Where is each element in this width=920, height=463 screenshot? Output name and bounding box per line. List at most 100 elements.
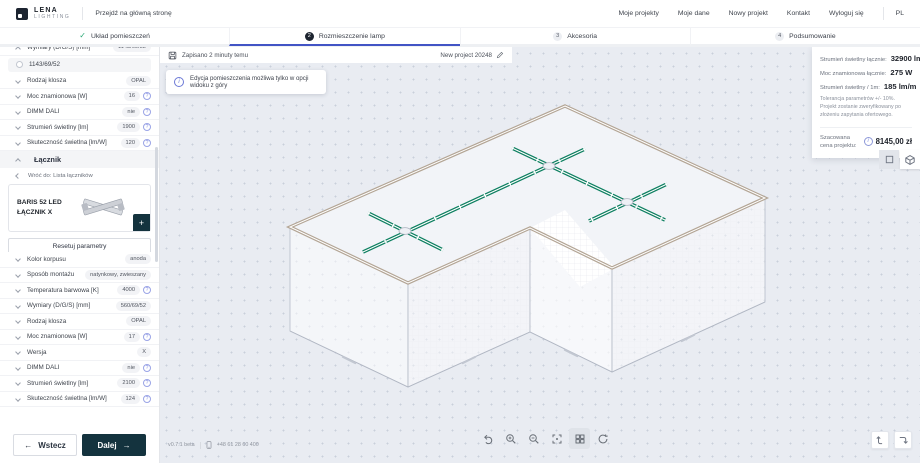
undo-button[interactable]	[477, 428, 498, 449]
toast-message: Edycja pomieszczenia możliwa tylko w opc…	[190, 75, 318, 89]
grid-icon	[574, 433, 586, 445]
summary-value: 32900 lm	[891, 54, 920, 63]
param-row-wymiary[interactable]: Wymiary (D/G/S) [mm] 1143/69/52	[0, 47, 159, 56]
edit-pencil-icon[interactable]	[496, 51, 504, 59]
back-button[interactable]: ← Wstecz	[13, 434, 77, 456]
rotate-view-button[interactable]	[592, 428, 613, 449]
zoom-out-button[interactable]	[523, 428, 544, 449]
info-icon[interactable]: ?	[143, 123, 151, 131]
grid-toggle-button[interactable]	[569, 428, 590, 449]
param-row-rodzaj-klosza[interactable]: Rodzaj klosza OPAL	[0, 74, 159, 90]
param-value: 17	[124, 332, 140, 342]
param-row-skutecznosc[interactable]: Skuteczność świetlna [lm/W] 120 ?	[0, 136, 159, 152]
home-link[interactable]: Przejdź na główną stronę	[95, 10, 171, 17]
fit-view-icon	[551, 433, 563, 445]
param-row-dimm-dali[interactable]: DIMM DALI nie ?	[0, 105, 159, 121]
project-summary-panel: Strumień świetlny łącznie: 32900 lm Moc …	[812, 47, 920, 158]
product-card-baris-52[interactable]: BARIS 52 LED ŁĄCZNIK X +	[8, 184, 151, 232]
app-window: LENA LIGHTING Przejdź na główną stronę M…	[0, 0, 920, 463]
corner-arrow-down-button[interactable]	[894, 431, 912, 449]
connector-x-junction[interactable]	[543, 163, 555, 170]
info-icon[interactable]: ?	[143, 364, 151, 372]
param-value: 124	[121, 394, 141, 404]
canvas-toolbar	[477, 428, 613, 449]
view-2d-top-button[interactable]	[879, 150, 899, 169]
param-value: nie	[122, 363, 140, 373]
logo-text-bottom: LIGHTING	[34, 15, 70, 20]
add-product-button[interactable]: +	[133, 214, 150, 231]
param-label: Moc znamionowa [W]	[27, 333, 124, 340]
chevron-down-icon	[15, 334, 21, 340]
zoom-in-icon	[505, 433, 517, 445]
param-row-strumien[interactable]: Strumień świetlny [lm] 1900 ?	[0, 120, 159, 136]
dimension-option-radio[interactable]: 1143/69/52	[8, 58, 151, 72]
zoom-out-icon	[528, 433, 540, 445]
info-icon[interactable]: ?	[143, 108, 151, 116]
corner-arrow-up-button[interactable]	[871, 431, 889, 449]
view-3d-button[interactable]	[900, 150, 920, 169]
phone-number[interactable]: +48 61 28 60 400	[217, 442, 259, 448]
back-to-connector-list-link[interactable]: Wróć do: Lista łączników	[0, 168, 159, 182]
arrow-right-icon: →	[123, 441, 131, 450]
nav-wyloguj[interactable]: Wyloguj się	[829, 10, 864, 17]
info-icon[interactable]: ?	[143, 379, 151, 387]
chevron-left-icon	[15, 173, 21, 179]
check-icon: ✓	[79, 32, 86, 40]
zoom-in-button[interactable]	[500, 428, 521, 449]
param-label: Sposób montażu	[27, 271, 85, 278]
version-label: v0.7.1 beta	[168, 442, 195, 448]
info-icon[interactable]: ?	[143, 286, 151, 294]
param-value: 1900	[117, 122, 140, 132]
step-akcesoria[interactable]: 3 Akcesoria	[460, 28, 690, 46]
param-row-skutecznosc-2[interactable]: Skuteczność świetlna [lm/W] 124 ?	[0, 392, 159, 408]
connector-x-junction[interactable]	[399, 228, 411, 235]
nav-kontakt[interactable]: Kontakt	[787, 10, 810, 17]
info-icon[interactable]: ?	[143, 333, 151, 341]
lena-lighting-logo[interactable]: LENA LIGHTING	[16, 7, 70, 20]
3d-room-canvas[interactable]: Zapisano 2 minuty temu New project 20248…	[160, 47, 920, 463]
canvas-meta: v0.7.1 beta +48 61 28 60 400	[168, 441, 259, 449]
parameters-sidebar: Wymiary (D/G/S) [mm] 1143/69/52 1143/69/…	[0, 47, 160, 463]
step-uklad-pomieszczen[interactable]: ✓ Układ pomieszczeń	[0, 28, 229, 46]
connector-x-product-image	[80, 192, 126, 222]
param-row-strumien-2[interactable]: Strumień świetlny [lm] 2100 ?	[0, 376, 159, 392]
language-selector[interactable]: PL	[896, 10, 904, 17]
param-row-dimm-dali-2[interactable]: DIMM DALI nie ?	[0, 361, 159, 377]
divider	[200, 442, 201, 449]
nav-moje-dane[interactable]: Moje dane	[678, 10, 710, 17]
param-value: nie	[122, 107, 140, 117]
param-row-rodzaj-klosza-2[interactable]: Rodzaj klosza OPAL	[0, 314, 159, 330]
step-label: Układ pomieszczeń	[91, 33, 150, 40]
info-icon[interactable]: ?	[143, 395, 151, 403]
param-row-temperatura[interactable]: Temperatura barwowa [K] 4000 ?	[0, 283, 159, 299]
param-row-kolor-korpusu[interactable]: Kolor korpusu anoda	[0, 252, 159, 268]
dimension-option-label: 1143/69/52	[29, 61, 60, 68]
param-label: Strumień świetlny [lm]	[27, 380, 117, 387]
section-header-lacznik[interactable]: Łącznik	[0, 151, 159, 168]
price-label: Szacowana cena projektu:	[820, 134, 860, 150]
sidebar-scrollbar[interactable]	[155, 147, 158, 262]
info-icon[interactable]: ?	[143, 139, 151, 147]
param-row-moc-2[interactable]: Moc znamionowa [W] 17 ?	[0, 330, 159, 346]
fit-view-button[interactable]	[546, 428, 567, 449]
nav-moje-projekty[interactable]: Moje projekty	[618, 10, 658, 17]
param-row-wymiary-2[interactable]: Wymiary (D/G/S) [mm] 560/69/52	[0, 299, 159, 315]
price-info-icon[interactable]: i	[864, 137, 873, 146]
room-3d-drawing[interactable]	[160, 47, 920, 463]
rotate-icon	[597, 433, 609, 445]
info-icon[interactable]: ?	[143, 92, 151, 100]
next-button[interactable]: Dalej →	[82, 434, 146, 456]
step-number-badge: 3	[553, 32, 562, 41]
square-2d-icon	[884, 154, 895, 165]
step-podsumowanie[interactable]: 4 Podsumowanie	[690, 28, 920, 46]
param-row-moc[interactable]: Moc znamionowa [W] 16 ?	[0, 89, 159, 105]
chevron-down-icon	[15, 256, 21, 262]
param-row-sposob-montazu[interactable]: Sposób montażu natynkowy, zwieszany	[0, 268, 159, 284]
step-rozmieszczenie-lamp[interactable]: 2 Rozmieszczenie lamp	[229, 28, 459, 46]
nav-nowy-projekt[interactable]: Nowy projekt	[729, 10, 768, 17]
param-value: OPAL	[126, 316, 151, 326]
connector-x-junction[interactable]	[621, 199, 633, 206]
param-row-wersja[interactable]: Wersja X	[0, 345, 159, 361]
chevron-down-icon	[15, 318, 21, 324]
param-value: 16	[124, 91, 140, 101]
